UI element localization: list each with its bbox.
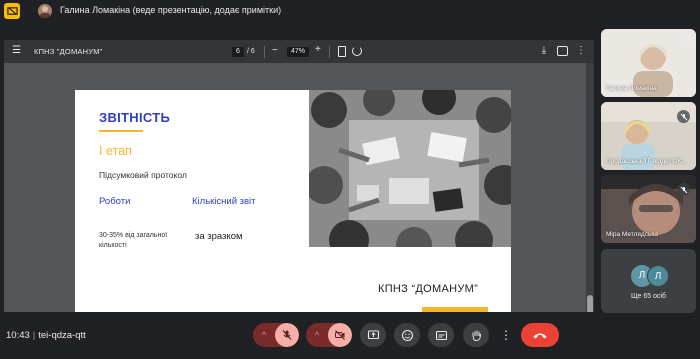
fit-page-icon[interactable] [338, 46, 346, 57]
present-now-icon [367, 329, 379, 339]
meeting-code[interactable]: tei-qdza-qtt [38, 330, 86, 341]
info-divider: | [32, 330, 36, 341]
participant-name: Продаєська ТГ відділ ОК... [606, 158, 687, 165]
pdf-toolbar: ☰ КПНЗ "ДОМАНУМ" 6 / 6 − 47% + ⤓ ⋮ [4, 40, 594, 63]
more-options-button[interactable]: ⋮ [499, 323, 513, 347]
protocol-text: Підсумковий протокол [99, 170, 187, 180]
avatar: Л [647, 265, 669, 287]
participant-name: Галина Ломакіна [606, 85, 657, 92]
mic-control-group: ^ [253, 323, 299, 347]
participant-tile[interactable]: Продаєська ТГ відділ ОК... [601, 102, 696, 170]
mic-options-chevron-icon[interactable]: ^ [253, 323, 275, 347]
rotate-icon[interactable] [352, 46, 362, 56]
captions-button[interactable] [428, 323, 454, 347]
presenter-bar: Галина Ломакіна (веде презентацію, додає… [0, 0, 700, 22]
title-underline [99, 130, 143, 132]
more-vert-icon[interactable]: ⋮ [576, 45, 586, 57]
presenter-label: Галина Ломакіна (веде презентацію, додає… [60, 5, 282, 15]
mic-off-icon [677, 183, 690, 196]
more-participants-count: Ще 65 осіб [630, 293, 667, 300]
participant-tile[interactable]: Міра Метлядська [601, 175, 696, 243]
sample-text: за зразком [195, 231, 243, 242]
scrollbar-thumb[interactable] [587, 295, 593, 312]
pdf-viewport[interactable]: ЗВІТНІСТЬ І етап Підсумковий протокол Ро… [4, 63, 594, 312]
raise-hand-icon [472, 330, 481, 341]
emoji-button[interactable] [394, 323, 420, 347]
toolbar-divider [264, 46, 265, 58]
slide-page: ЗВІТНІСТЬ І етап Підсумковий протокол Ро… [75, 90, 511, 312]
zoom-in-button[interactable]: + [315, 44, 321, 55]
toolbar-divider [329, 46, 330, 58]
meet-window: Галина Ломакіна (веде презентацію, додає… [0, 0, 700, 359]
emoji-icon [401, 329, 413, 341]
presenter-avatar [38, 4, 52, 18]
download-icon[interactable]: ⤓ [539, 45, 549, 57]
zoom-level-input[interactable]: 47% [287, 47, 309, 57]
mic-off-button[interactable] [275, 323, 299, 347]
camera-off-icon [335, 330, 345, 340]
present-now-button[interactable] [360, 323, 386, 347]
meeting-info: 10:43 | tei-qdza-qtt [6, 330, 86, 341]
camera-control-group: ^ [306, 323, 352, 347]
participant-tile[interactable]: ⋮ Галина Ломакіна [601, 29, 696, 97]
camera-off-button[interactable] [328, 323, 352, 347]
scrollbar[interactable] [586, 63, 594, 312]
captions-icon [435, 330, 447, 340]
leave-call-button[interactable] [521, 323, 559, 347]
quantitative-label: Кількісний звіт [192, 196, 256, 207]
mic-off-icon [282, 330, 292, 340]
shared-screen: ☰ КПНЗ "ДОМАНУМ" 6 / 6 − 47% + ⤓ ⋮ ЗВІТН… [4, 40, 594, 312]
participant-name: Міра Метлядська [606, 231, 658, 238]
stage-label: І етап [99, 144, 132, 158]
clock: 10:43 [6, 330, 30, 341]
more-options-icon[interactable]: ⋮ [684, 33, 692, 42]
present-screen-icon[interactable] [4, 3, 20, 19]
organization-name: КПНЗ “ДОМАНУМ” [378, 283, 479, 295]
percent-text: 30-35% від загальної кількості [99, 232, 168, 249]
slide-title: ЗВІТНІСТЬ [99, 110, 171, 125]
menu-icon[interactable]: ☰ [12, 46, 22, 56]
print-icon[interactable] [557, 46, 568, 56]
call-end-icon [533, 333, 547, 339]
page-total: / 6 [247, 48, 255, 55]
page-number-input[interactable]: 6 [232, 47, 244, 57]
pdf-title: КПНЗ "ДОМАНУМ" [34, 47, 103, 56]
raise-hand-button[interactable] [463, 323, 489, 347]
zoom-out-button[interactable]: − [272, 45, 278, 56]
more-participants-tile[interactable]: Л Л Ще 65 осіб [601, 249, 696, 313]
team-photo [309, 90, 511, 247]
works-label: Роботи [99, 196, 131, 207]
mic-off-icon [677, 110, 690, 123]
accent-bar [422, 307, 488, 312]
camera-options-chevron-icon[interactable]: ^ [306, 323, 328, 347]
